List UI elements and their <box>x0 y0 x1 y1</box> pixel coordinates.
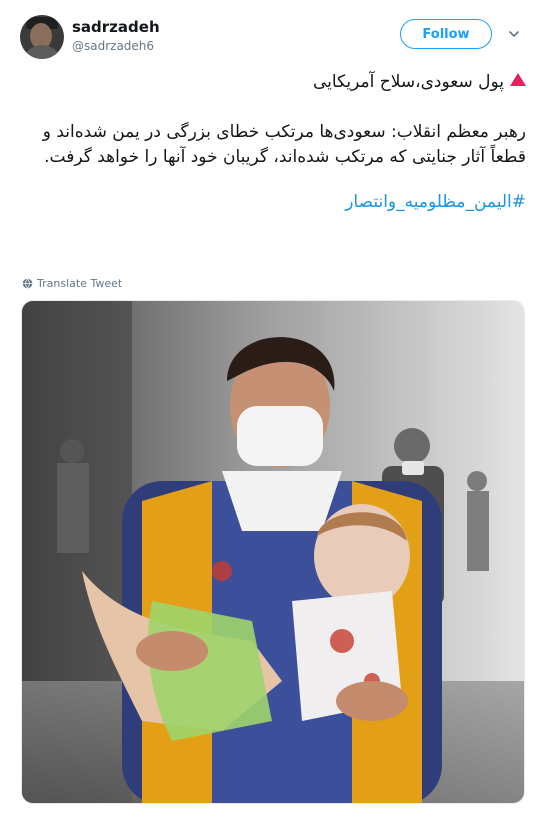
globe-icon <box>22 278 33 289</box>
follow-button[interactable]: Follow <box>400 19 492 49</box>
tweet-headline: پول سعودی،سلاح آمریکایی <box>26 70 526 95</box>
red-triangle-up-icon <box>510 73 526 86</box>
rescue-photo-image <box>22 301 524 803</box>
tweet-headline-text: پول سعودی،سلاح آمریکایی <box>312 72 504 92</box>
tweet-header: sadrzadeh @sadrzadeh6 Follow <box>0 0 548 70</box>
hashtag-link[interactable]: #الیمن_مظلومیه_وانتصار <box>26 190 526 215</box>
tweet-photo[interactable] <box>21 300 525 804</box>
chevron-down-icon[interactable] <box>508 28 520 40</box>
display-name[interactable]: sadrzadeh <box>72 18 160 36</box>
translate-tweet[interactable]: Translate Tweet <box>22 277 122 290</box>
user-handle[interactable]: @sadrzadeh6 <box>72 39 154 53</box>
avatar[interactable] <box>20 15 64 59</box>
tweet-text: پول سعودی،سلاح آمریکایی رهبر معظم انقلاب… <box>26 70 526 215</box>
translate-label[interactable]: Translate Tweet <box>37 277 122 290</box>
tweet-body: رهبر معظم انقلاب: سعودی‌ها مرتکب خطای بز… <box>42 122 526 167</box>
